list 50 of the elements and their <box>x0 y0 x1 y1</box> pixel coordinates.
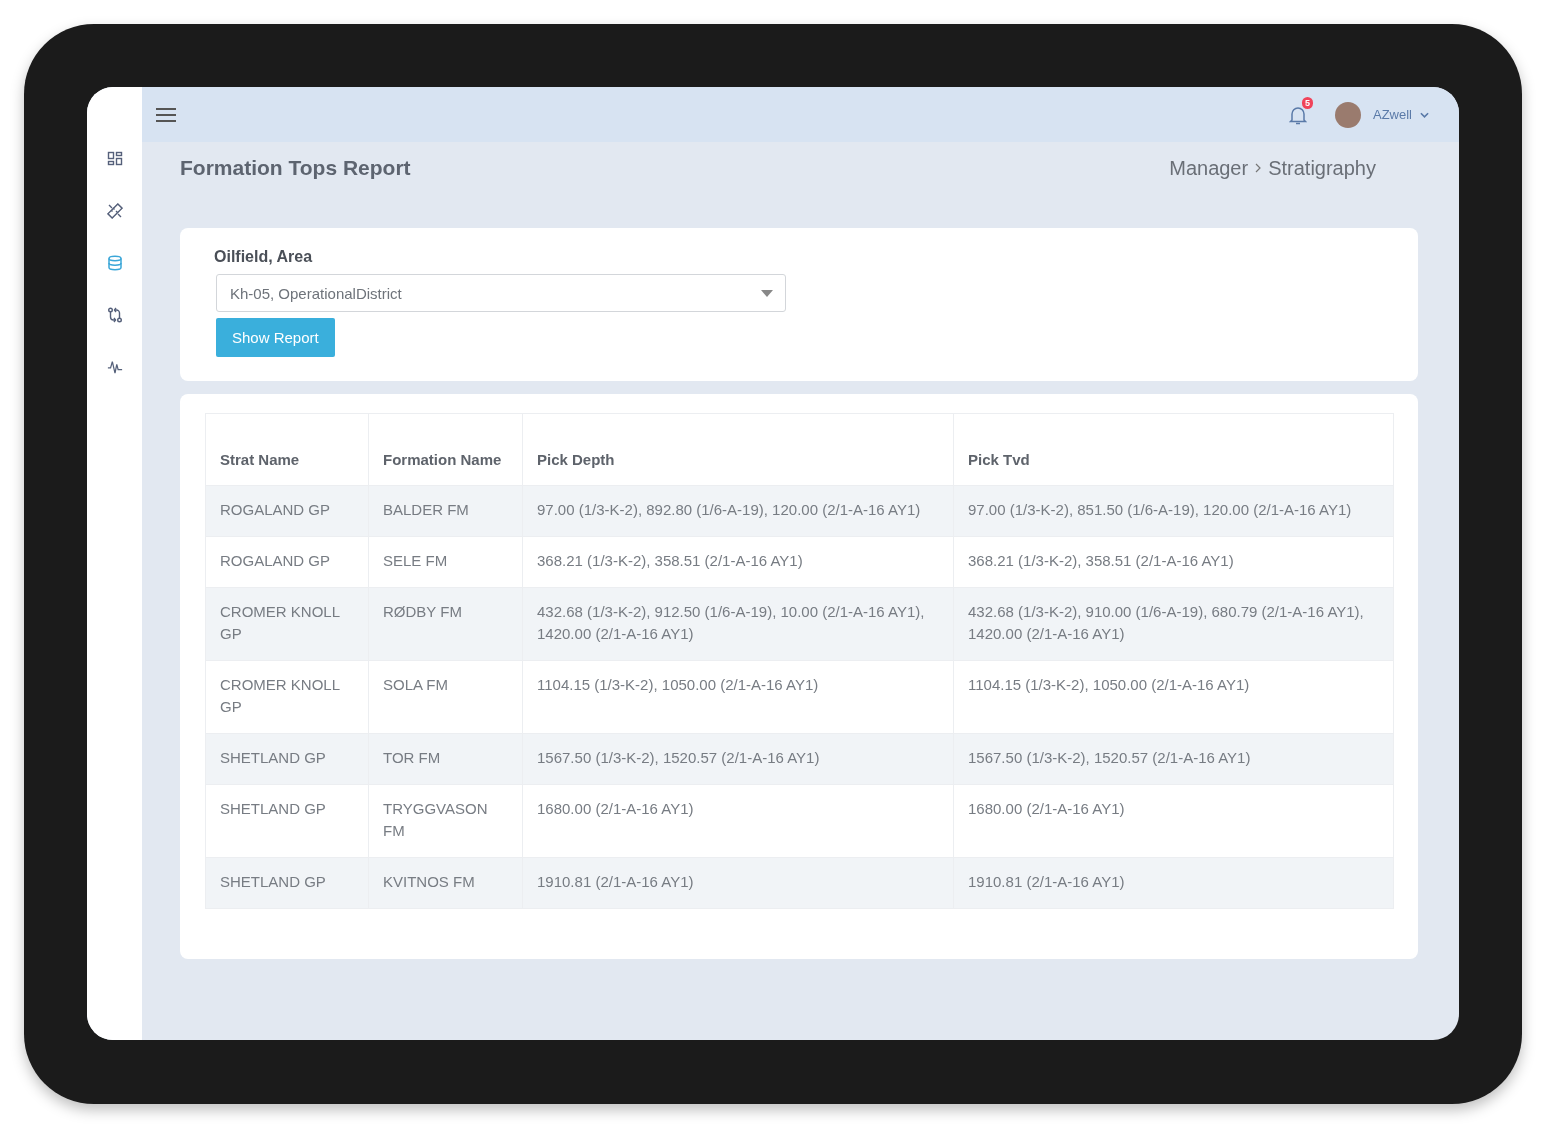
avatar[interactable] <box>1335 101 1361 128</box>
table-cell: TRYGGVASON FM <box>368 784 523 858</box>
page-title: Formation Tops Report <box>180 156 411 180</box>
table-cell: 1567.50 (1/3-K-2), 1520.57 (2/1-A-16 AY1) <box>522 733 954 785</box>
table-cell: 1104.15 (1/3-K-2), 1050.00 (2/1-A-16 AY1) <box>953 660 1394 734</box>
table-cell: ROGALAND GP <box>205 536 369 588</box>
user-menu[interactable]: AZwell <box>1373 107 1412 122</box>
breadcrumb-link[interactable]: Stratigraphy <box>1268 156 1376 180</box>
table-cell: TOR FM <box>368 733 523 785</box>
field-label: Oilfield, Area <box>214 248 313 266</box>
table-cell: KVITNOS FM <box>368 857 523 909</box>
table-cell: 97.00 (1/3-K-2), 851.50 (1/6-A-19), 120.00 (2/1-A-16 AY1) <box>953 485 1394 537</box>
table-cell: 1567.50 (1/3-K-2), 1520.57 (2/1-A-16 AY1) <box>953 733 1394 785</box>
chevron-right-icon <box>1255 163 1262 173</box>
table-cell: 1910.81 (2/1-A-16 AY1) <box>953 857 1394 909</box>
ruler-icon[interactable] <box>106 202 123 220</box>
breadcrumb-link[interactable]: Manager <box>1169 156 1249 180</box>
table-cell: RØDBY FM <box>368 587 523 661</box>
table-cell: 1104.15 (1/3-K-2), 1050.00 (2/1-A-16 AY1) <box>522 660 954 734</box>
table-cell: 432.68 (1/3-K-2), 910.00 (1/6-A-19), 680.79 (2/1-A-16 AY1), 1420.00 (2/1-A-16 AY1) <box>953 587 1394 661</box>
table-cell: CROMER KNOLL GP <box>205 660 369 734</box>
table-cell: CROMER KNOLL GP <box>205 587 369 661</box>
bell-icon[interactable] <box>1289 104 1307 125</box>
table-cell: 368.21 (1/3-K-2), 358.51 (2/1-A-16 AY1) <box>522 536 954 588</box>
flow-icon[interactable] <box>106 306 123 324</box>
table-cell: SHETLAND GP <box>205 733 369 785</box>
column-header: Pick Depth <box>522 413 954 486</box>
table-cell: SHETLAND GP <box>205 784 369 858</box>
table-cell: SELE FM <box>368 536 523 588</box>
table-cell: 368.21 (1/3-K-2), 358.51 (2/1-A-16 AY1) <box>953 536 1394 588</box>
show-report-button[interactable]: Show Report <box>216 318 335 357</box>
menu-icon[interactable] <box>156 106 176 123</box>
table-cell: ROGALAND GP <box>205 485 369 537</box>
table-cell: 97.00 (1/3-K-2), 892.80 (1/6-A-19), 120.00 (2/1-A-16 AY1) <box>522 485 954 537</box>
table-cell: SOLA FM <box>368 660 523 734</box>
column-header: Formation Name <box>368 413 523 486</box>
caret-icon <box>761 289 773 297</box>
column-header: Strat Name <box>205 413 369 486</box>
table-cell: 1680.00 (2/1-A-16 AY1) <box>953 784 1394 858</box>
table-cell: 432.68 (1/3-K-2), 912.50 (1/6-A-19), 10.00 (2/1-A-16 AY1), 1420.00 (2/1-A-16 AY1) <box>522 587 954 661</box>
table-cell: BALDER FM <box>368 485 523 537</box>
table-cell: SHETLAND GP <box>205 857 369 909</box>
chevron-down-icon[interactable] <box>1420 111 1429 118</box>
table-cell: 1680.00 (2/1-A-16 AY1) <box>522 784 954 858</box>
table-cell: 1910.81 (2/1-A-16 AY1) <box>522 857 954 909</box>
database-icon[interactable] <box>106 254 123 272</box>
notification-count: 5 <box>1301 96 1313 109</box>
grid-icon[interactable] <box>106 150 123 168</box>
area-select[interactable]: Kh-05, OperationalDistrict <box>216 274 786 312</box>
column-header: Pick Tvd <box>953 413 1394 486</box>
